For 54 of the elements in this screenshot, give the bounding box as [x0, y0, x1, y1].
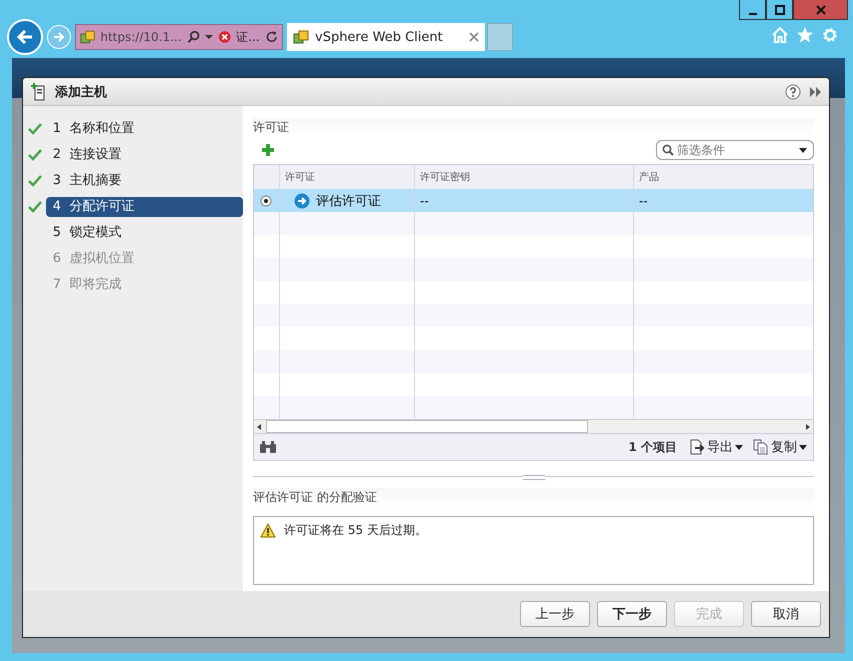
dialog-button[interactable]: 上一步: [520, 601, 590, 627]
wizard-step[interactable]: 2 连接设置: [46, 145, 243, 165]
tab-title: vSphere Web Client: [315, 30, 443, 44]
message-text: 许可证将在 55 天后过期。: [284, 522, 427, 539]
filter-field[interactable]: 筛选条件: [656, 140, 814, 160]
wizard-step[interactable]: 3 主机摘要: [46, 171, 243, 191]
address-bar[interactable]: https://10.1... 证...: [75, 24, 283, 50]
browser-tab[interactable]: vSphere Web Client: [287, 23, 485, 51]
address-text: https://10.1...: [100, 30, 182, 44]
close-icon: [816, 4, 826, 14]
minimize-button[interactable]: [739, 0, 766, 20]
host-icon: [31, 82, 47, 100]
minimize-icon: [748, 12, 756, 14]
refresh-icon[interactable]: [264, 30, 278, 44]
search-icon: [662, 144, 674, 156]
certificate-error-text[interactable]: 证...: [236, 28, 260, 46]
certificate-error-icon[interactable]: [218, 30, 232, 44]
close-button[interactable]: [793, 0, 848, 20]
column-header[interactable]: 产品: [634, 165, 813, 189]
maximize-button[interactable]: [766, 0, 793, 20]
radio-button[interactable]: [260, 194, 272, 206]
caret-icon[interactable]: [799, 148, 807, 153]
help-icon[interactable]: [785, 84, 801, 100]
wizard-step[interactable]: 5 锁定模式: [46, 223, 243, 243]
dialog-button[interactable]: 取消: [751, 601, 821, 627]
caret-icon: [735, 444, 743, 450]
export-button[interactable]: 导出: [687, 438, 745, 456]
horizontal-scrollbar[interactable]: [254, 419, 813, 433]
export-icon: [689, 439, 705, 455]
table-cell: --: [639, 194, 648, 208]
back-button[interactable]: [7, 19, 43, 55]
wizard-step[interactable]: 4 分配许可证: [46, 197, 243, 217]
site-icon: [80, 29, 96, 45]
warning-icon: [260, 523, 276, 538]
star-icon[interactable]: [796, 26, 814, 44]
forward-arrow-icon: [52, 30, 66, 44]
back-arrow-icon: [15, 27, 35, 47]
copy-icon: [753, 439, 769, 455]
table-row[interactable]: 评估许可证 -- --: [254, 189, 813, 212]
binoculars-icon[interactable]: [259, 440, 277, 454]
caret-icon: [799, 444, 807, 450]
table-cell-text: 评估许可证: [316, 192, 381, 210]
dialog-title: 添加主机: [55, 84, 107, 100]
maximize-icon: [774, 4, 784, 14]
plus-icon: [261, 143, 275, 157]
table-cell: --: [420, 194, 429, 208]
close-tab-icon[interactable]: [469, 32, 479, 42]
site-icon: [293, 29, 309, 45]
search-icon[interactable]: [186, 30, 200, 44]
item-count: 1 个项目: [628, 438, 677, 456]
dialog-button[interactable]: 下一步: [597, 601, 667, 627]
wizard-step[interactable]: 1 名称和位置: [46, 119, 243, 139]
expand-icon[interactable]: [809, 86, 823, 98]
copy-button[interactable]: 复制: [751, 438, 809, 456]
